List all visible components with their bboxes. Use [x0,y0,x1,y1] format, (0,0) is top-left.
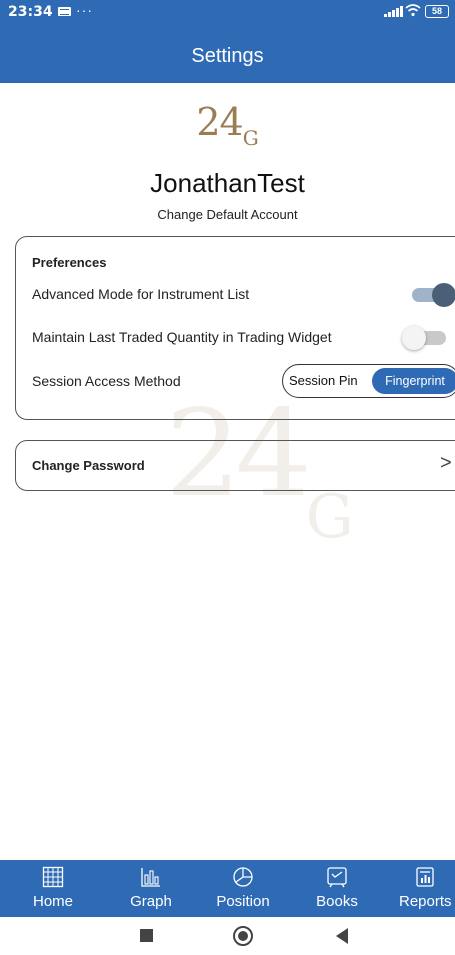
session-access-segmented-control: Session Pin Fingerprint [282,364,455,398]
grid-icon [42,866,64,888]
advanced-mode-toggle[interactable] [412,283,455,307]
system-navigation-bar [0,917,455,955]
nav-books[interactable]: Books [306,860,368,917]
nav-home[interactable]: Home [22,860,84,917]
account-name: JonathanTest [150,168,305,198]
nav-books-label: Books [316,893,358,910]
fingerprint-option[interactable]: Fingerprint [372,368,455,394]
bottom-navigation: Home Graph Position Books Reports [0,860,455,917]
maintain-quantity-label: Maintain Last Traded Quantity in Trading… [32,329,332,345]
nav-reports-label: Reports [399,893,452,910]
report-icon [416,867,434,887]
message-icon [58,7,71,16]
change-default-account-link[interactable]: Change Default Account [0,207,455,222]
nav-home-label: Home [32,893,73,910]
pie-chart-icon [233,867,253,887]
page-title: Settings [191,45,264,67]
toggle-knob [402,326,426,350]
status-bar: 23:34 ··· 58 [0,0,455,26]
book-icon [327,867,347,888]
logo-sub-text: G [242,126,259,150]
more-notifications-icon: ··· [76,2,93,18]
brand-logo: 24G [0,100,455,150]
bar-chart-icon [141,868,160,887]
session-access-label: Session Access Method [32,373,181,389]
back-icon[interactable] [336,928,348,944]
session-pin-option[interactable]: Session Pin [289,373,358,388]
battery-icon: 58 [425,5,449,18]
signal-icon [384,6,403,17]
maintain-quantity-toggle[interactable] [402,326,446,350]
nav-graph-label: Graph [130,893,172,910]
watermark-sub-text: G [305,482,354,552]
logo-main-text: 24 [196,100,243,144]
change-password-label: Change Password [32,458,145,473]
advanced-mode-label: Advanced Mode for Instrument List [32,286,250,302]
nav-graph[interactable]: Graph [120,860,182,917]
nav-reports[interactable]: Reports [395,860,455,917]
preferences-title: Preferences [32,255,107,270]
recent-apps-icon[interactable] [140,929,153,942]
wifi-icon [405,3,421,20]
app-header: 23:34 ··· 58 Settings [0,0,455,83]
status-time: 23:34 [8,4,53,20]
toggle-knob [432,283,455,307]
chevron-right-icon: > [440,452,452,474]
home-button-icon[interactable] [233,926,253,946]
nav-position-label: Position [216,893,270,910]
nav-position[interactable]: Position [207,860,279,917]
